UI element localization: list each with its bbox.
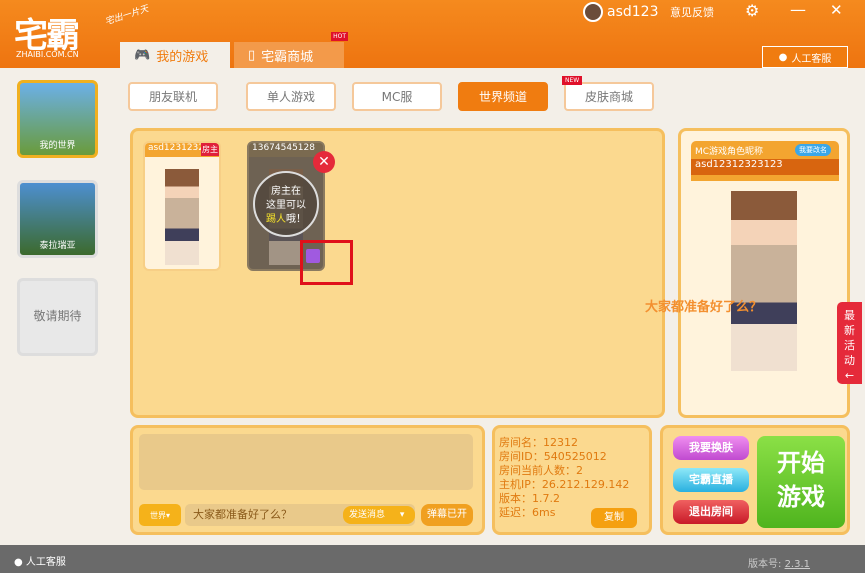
game-minecraft[interactable]: 我的世界 [17, 80, 98, 158]
room-players-panel: asd12312323 房主 13674545128 房主在这里可以踢人哦！ ✕ [130, 128, 665, 418]
penguin-icon: ● [14, 557, 23, 568]
game-label: 敬请期待 [33, 308, 82, 323]
tab-label: 我的游戏 [156, 49, 209, 65]
game-label: 我的世界 [39, 141, 76, 151]
host-badge: 房主 [201, 143, 219, 156]
nickname-label: MC游戏角色昵称 [695, 147, 764, 157]
exit-room-button[interactable]: 退出房间 [673, 500, 749, 524]
subtab-skin-store[interactable]: NEW 皮肤商城 [562, 76, 654, 111]
penguin-icon: ● [778, 51, 788, 63]
profile-panel: MC游戏角色昵称 我要改名 asd12312323123 [678, 128, 850, 418]
subtab-label: 朋友联机 [148, 90, 197, 104]
customer-service-button[interactable]: ● 人工客服 [762, 46, 848, 68]
rename-button[interactable]: 我要改名 [795, 144, 831, 156]
room-name: 房间名：12312 [499, 436, 578, 449]
highlight-box [300, 240, 353, 285]
activity-char: 活 [844, 339, 855, 352]
start-label: 游戏 [777, 483, 825, 511]
close-icon[interactable]: ✕ [830, 1, 843, 19]
room-id: 房间ID：540525012 [499, 450, 607, 463]
tip-text: 这里可以 [266, 200, 306, 211]
chevron-down-icon[interactable]: ▾ [400, 510, 405, 520]
version-info: 版本号: 2.3.1 [748, 555, 810, 570]
danmaku-text: 大家都准备好了么？ [645, 300, 763, 315]
latest-activity-tab[interactable]: 最新活动 ← [837, 302, 862, 384]
player-skin [165, 169, 199, 265]
tip-highlight: 踢人 [266, 214, 286, 225]
chevron-down-icon: ▾ [165, 510, 170, 520]
subtab-label: MC服 [381, 90, 413, 104]
activity-char: 动 [844, 354, 855, 367]
nickname-header: MC游戏角色昵称 我要改名 asd12312323123 [691, 141, 839, 181]
subtab-label: 皮肤商城 [584, 90, 633, 104]
game-coming-soon: 敬请期待 [17, 278, 98, 356]
room-player-count: 房间当前人数：2 [499, 464, 583, 477]
start-game-button[interactable]: 开始 游戏 [757, 436, 845, 528]
chat-panel: 世界 ▾ 大家都准备好了么？ 发送消息 ▾ 弹幕已开 [130, 425, 485, 535]
tab-my-games[interactable]: 🎮 我的游戏 [120, 42, 230, 68]
danmaku-toggle[interactable]: 弹幕已开 [421, 504, 473, 526]
status-bar: ● 人工客服 版本号: 2.3.1 [0, 545, 865, 573]
minimize-icon[interactable]: — [790, 0, 806, 19]
copy-button[interactable]: 复制 [591, 508, 637, 528]
footer-service-link[interactable]: ● 人工客服 [14, 553, 66, 568]
room-info-panel: 房间名：12312 房间ID：540525012 房间当前人数：2 主机IP：2… [492, 425, 652, 535]
chat-log [139, 434, 473, 490]
subtab-friends[interactable]: 朋友联机 [128, 82, 218, 111]
version-label: 版本号: [748, 559, 782, 570]
channel-select[interactable]: 世界 ▾ [139, 504, 181, 526]
gear-icon[interactable]: ⚙ [745, 1, 759, 20]
activity-char: ← [844, 369, 855, 382]
tab-store[interactable]: ▯ 宅霸商城 HOT [234, 32, 348, 68]
channel-label: 世界 [149, 510, 166, 520]
live-button[interactable]: 宅霸直播 [673, 468, 749, 492]
player-card-host[interactable]: asd12312323 房主 [143, 141, 221, 271]
username: asd123 [607, 4, 659, 20]
start-label: 开始 [777, 449, 825, 477]
subtab-single[interactable]: 单人游戏 [246, 82, 336, 111]
subtab-world-channel[interactable]: 世界频道 [458, 82, 548, 111]
game-label: 泰拉瑞亚 [39, 241, 76, 251]
new-badge: NEW [562, 76, 583, 85]
activity-char: 最 [844, 309, 855, 322]
feedback-link[interactable]: 意见反馈 [670, 4, 714, 20]
tip-text: 哦！ [286, 214, 306, 225]
game-terraria[interactable]: 泰拉瑞亚 [17, 180, 98, 258]
send-message-button[interactable]: 发送消息 ▾ [343, 506, 415, 524]
user-menu[interactable]: asd123 [583, 2, 658, 22]
subtab-label: 单人游戏 [266, 90, 315, 104]
subtab-mc-server[interactable]: MC服 [352, 82, 442, 111]
slogan: 宅出一片天 [104, 4, 150, 28]
hot-badge: HOT [331, 32, 348, 41]
avatar [583, 2, 603, 22]
actions-panel: 我要换肤 宅霸直播 退出房间 开始游戏 [660, 425, 850, 535]
bag-icon: ▯ [248, 47, 256, 63]
service-label: 人工客服 [25, 557, 66, 568]
service-label: 人工客服 [791, 53, 832, 65]
tip-text: 房主在 [271, 186, 301, 197]
player-name: 13674545128 [249, 143, 323, 157]
kick-tip-bubble: 房主在这里可以踢人哦！ [253, 171, 319, 237]
subtab-label: 世界频道 [478, 90, 527, 104]
send-label: 发送消息 [349, 510, 386, 520]
activity-char: 新 [844, 324, 855, 337]
logo-domain: ZHAIBI.COM.CN [16, 50, 79, 59]
host-ip: 主机IP：26.212.129.142 [499, 478, 630, 491]
kick-player-icon[interactable]: ✕ [313, 151, 335, 173]
gamepad-icon: 🎮 [134, 47, 151, 63]
tab-label: 宅霸商城 [261, 49, 314, 65]
game-version: 版本：1.7.2 [499, 492, 560, 505]
change-skin-button[interactable]: 我要换肤 [673, 436, 749, 460]
character-skin-preview [731, 191, 797, 371]
nickname-value: asd12312323123 [691, 159, 839, 175]
title-bar: 宅霸 ZHAIBI.COM.CN 宅出一片天 🎮 我的游戏 ▯ 宅霸商城 HOT as… [0, 0, 865, 68]
version-number[interactable]: 2.3.1 [785, 559, 810, 570]
